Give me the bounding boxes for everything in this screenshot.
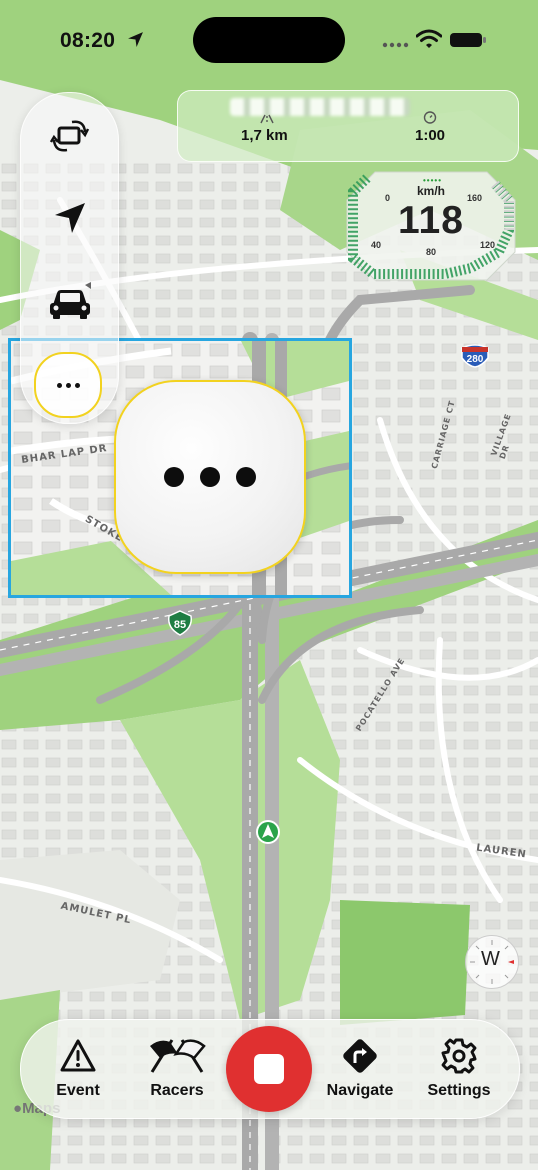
- location-services-icon: [128, 32, 143, 47]
- speed-tick-160: 160: [467, 193, 483, 203]
- trip-distance: 1,7 km: [241, 127, 288, 144]
- stop-recording-button[interactable]: [226, 1026, 312, 1112]
- settings-label: Settings: [427, 1082, 491, 1099]
- speed-tick-0: 0: [385, 193, 391, 203]
- warning-icon: [60, 1039, 96, 1072]
- wifi-icon: [416, 29, 442, 48]
- racers-label: Racers: [150, 1082, 204, 1099]
- more-icon-large: [164, 467, 256, 487]
- navigate-button[interactable]: Navigate: [315, 1036, 405, 1106]
- status-time: 08:20: [60, 29, 116, 52]
- compass-heading-letter: W: [481, 948, 500, 970]
- speed-tick-80: 80: [426, 247, 437, 257]
- speed-unit: km/h: [417, 184, 446, 198]
- state-route-number: 85: [174, 619, 186, 631]
- speed-tick-40: 40: [371, 240, 382, 250]
- interstate-shield-icon: 280: [461, 344, 489, 368]
- speed-tick-120: 120: [480, 240, 496, 250]
- rotate-screen-icon: [49, 120, 89, 152]
- gear-icon: [441, 1038, 477, 1074]
- racing-flags-icon: [150, 1039, 206, 1073]
- state-route-shield-icon: 85: [167, 610, 193, 636]
- status-bar: 08:20: [0, 0, 538, 80]
- apple-logo-icon: ●: [13, 1100, 23, 1117]
- navigate-label: Navigate: [326, 1082, 394, 1099]
- distance-icon: [260, 114, 274, 124]
- car-icon: [49, 282, 91, 319]
- more-options-button-zoomed[interactable]: [114, 380, 306, 574]
- stop-icon: [254, 1054, 284, 1084]
- timer-icon: [423, 111, 437, 124]
- battery-icon: [450, 33, 486, 47]
- event-label: Event: [56, 1082, 100, 1099]
- interstate-number: 280: [467, 354, 484, 365]
- racers-button[interactable]: Racers: [132, 1036, 222, 1106]
- trip-info-card[interactable]: 1,7 km 1:00: [177, 90, 519, 162]
- trip-timer: 1:00: [415, 127, 446, 144]
- current-speed: 118: [398, 199, 464, 242]
- more-options-button[interactable]: [34, 352, 102, 418]
- blurred-destination-text: [230, 98, 410, 116]
- event-button[interactable]: Event: [33, 1036, 123, 1106]
- rotate-screen-button[interactable]: [21, 106, 118, 166]
- user-location-marker-icon: [256, 820, 280, 844]
- vehicle-mode-button[interactable]: [21, 271, 118, 331]
- settings-button[interactable]: Settings: [414, 1036, 504, 1106]
- location-arrow-icon: [54, 203, 85, 233]
- turn-right-sign-icon: [343, 1039, 377, 1073]
- dynamic-island: [193, 17, 345, 63]
- cellular-signal-icon: [382, 42, 409, 48]
- recenter-location-button[interactable]: [21, 188, 118, 248]
- more-icon: [56, 382, 80, 388]
